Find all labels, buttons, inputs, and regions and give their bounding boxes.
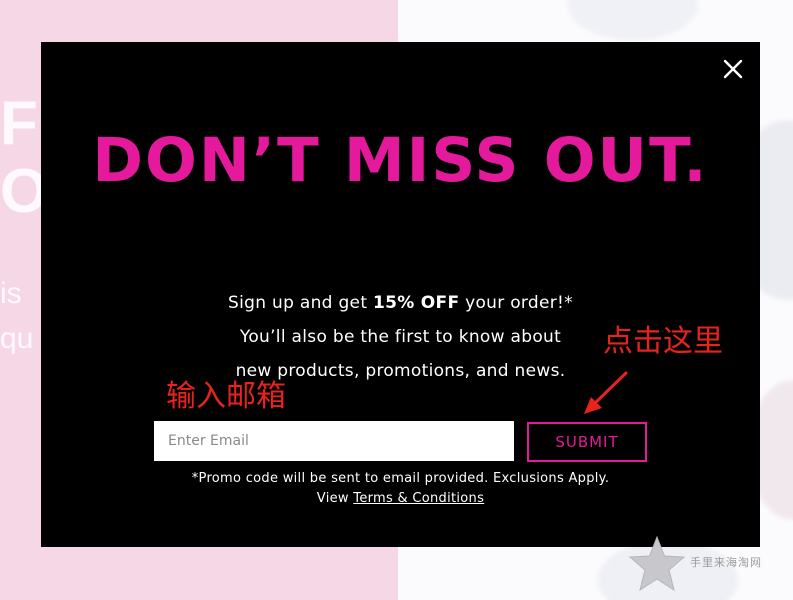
star-icon — [628, 535, 686, 592]
background-headline-fragment: F — [0, 89, 38, 158]
fine-print-disclaimer: *Promo code will be sent to email provid… — [191, 471, 610, 486]
fine-print-terms-line: View Terms & Conditions — [41, 489, 760, 509]
watermark-text: 手里来海淘网 — [690, 556, 762, 569]
annotation-click-here: 点击这里 — [603, 324, 723, 359]
copy-offer-suffix: your order!* — [459, 293, 573, 313]
watermark: 手里来海淘网 — [626, 532, 793, 600]
background-decoration — [568, 0, 698, 40]
submit-button[interactable]: SUBMIT — [527, 422, 647, 462]
background-subtext-fragment: is — [0, 277, 22, 310]
terms-conditions-link[interactable]: Terms & Conditions — [353, 491, 484, 506]
signup-modal: DON’T MISS OUT. Sign up and get 15% OFF … — [41, 42, 760, 547]
copy-line-offer: Sign up and get 15% OFF your order!* — [41, 286, 760, 320]
email-input[interactable] — [154, 421, 514, 461]
close-button[interactable] — [720, 56, 746, 82]
copy-line-news: new products, promotions, and news. — [235, 361, 566, 381]
fine-print-view-label: View — [316, 491, 354, 506]
close-icon — [723, 59, 743, 79]
arrow-icon — [584, 371, 628, 414]
modal-headline: DON’T MISS OUT. — [92, 125, 709, 196]
background-subtext-fragment: qu — [0, 322, 34, 355]
annotation-enter-email: 输入邮箱 — [166, 379, 286, 414]
promo-fine-print: *Promo code will be sent to email provid… — [41, 469, 760, 509]
copy-offer-prefix: Sign up and get — [228, 293, 373, 313]
screenshot-stage: F O is qu DON’T MISS OUT. Sign up and ge… — [0, 0, 793, 600]
copy-offer-discount: 15% OFF — [373, 293, 460, 313]
